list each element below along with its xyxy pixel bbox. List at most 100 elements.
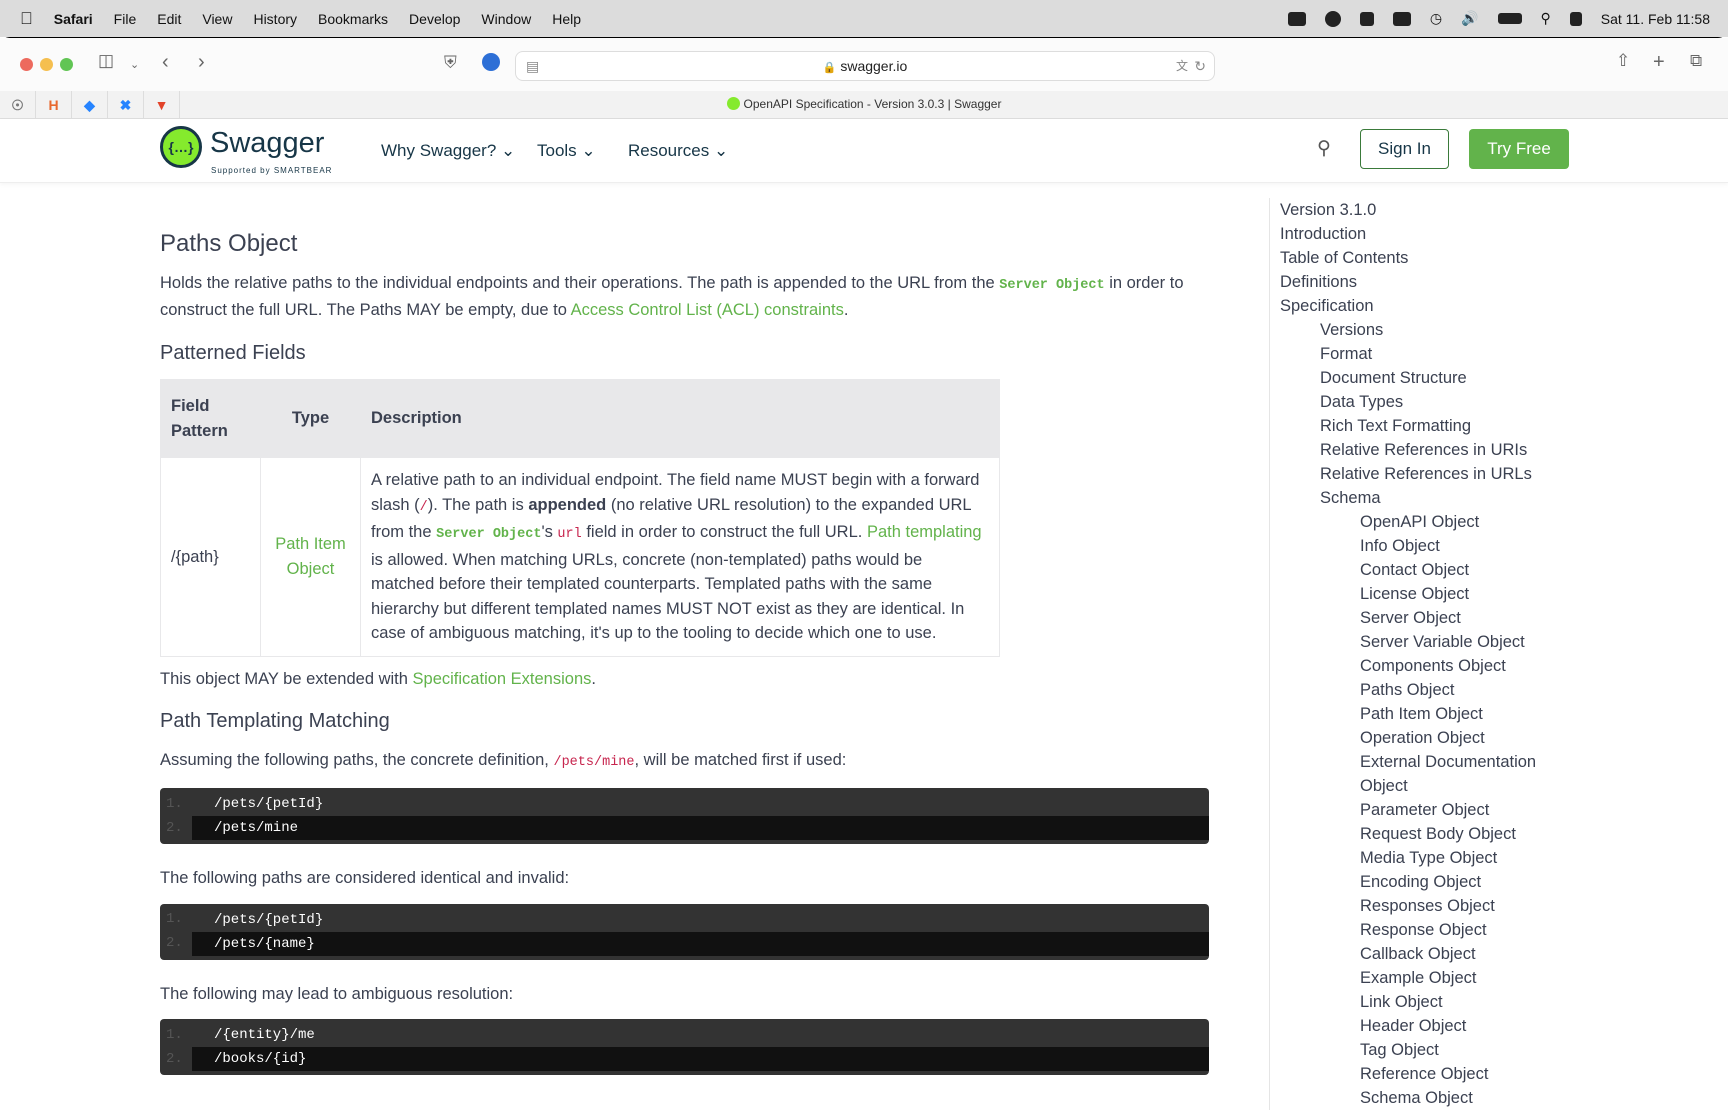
menu-safari[interactable]: Safari [54,11,93,27]
toc-item[interactable]: Encoding Object [1280,870,1569,894]
toc-item[interactable]: Object [1280,774,1569,798]
toc-item[interactable]: Path Item Object [1280,702,1569,726]
cloud-icon[interactable] [1287,11,1306,26]
toc-item[interactable]: Responses Object [1280,894,1569,918]
toc-item[interactable]: Operation Object [1280,726,1569,750]
apple-icon[interactable]:  [20,9,33,29]
menu-bookmarks[interactable]: Bookmarks [318,11,388,27]
toc-item[interactable]: Link Object [1280,990,1569,1014]
extensions-paragraph: This object MAY be extended with Specifi… [160,669,596,688]
main-content: Paths Object Holds the relative paths to… [160,198,1210,1097]
address-bar[interactable]: ▤ 🔒 swagger.io 文 ↻ [515,51,1215,81]
clock-text[interactable]: Sat 11. Feb 11:58 [1601,11,1710,27]
favicon-icon [726,97,740,110]
active-tab[interactable]: OpenAPI Specification - Version 3.0.3 | … [0,97,1728,111]
toc-item[interactable]: Data Types [1280,390,1569,414]
toc-item[interactable]: Specification [1280,294,1569,318]
translate-icon[interactable]: 文 [1176,52,1188,80]
reload-icon[interactable]: ↻ [1194,52,1206,80]
sign-in-button[interactable]: Sign In [1360,129,1449,169]
spec-extensions-link[interactable]: Specification Extensions [413,670,592,688]
table-of-contents: Version 3.1.0 Introduction Table of Conten… [1269,198,1569,1110]
intro-paragraph: Holds the relative paths to the individu… [160,273,1184,320]
menu-file[interactable]: File [114,11,137,27]
toc-item[interactable]: Document Structure [1280,366,1569,390]
toc-item[interactable]: Contact Object [1280,558,1569,582]
templating-heading: Path Templating Matching [160,710,390,732]
toc-item[interactable]: Info Object [1280,534,1569,558]
tab-title: OpenAPI Specification - Version 3.0.3 | … [743,97,1002,111]
forward-icon[interactable]: › [198,51,205,74]
toc-item[interactable]: Relative References in URIs [1280,438,1569,462]
toc-item[interactable]: Response Object [1280,918,1569,942]
privacy-shield-icon[interactable]: ⛨ [444,53,457,73]
nav-tools[interactable]: Tools ⌄ [537,141,596,161]
toc-item[interactable]: Version 3.1.0 [1280,198,1569,222]
toc-item[interactable]: Table of Contents [1280,246,1569,270]
toc-item[interactable]: Request Body Object [1280,822,1569,846]
toc-item[interactable]: Versions [1280,318,1569,342]
path-templating-link[interactable]: Path templating [867,523,982,541]
grid-icon[interactable] [1359,11,1374,26]
toc-item[interactable]: Introduction [1280,222,1569,246]
toc-item[interactable]: Rich Text Formatting [1280,414,1569,438]
page-title: Paths Object [160,230,298,257]
swagger-logo-icon[interactable]: {…} [160,126,202,168]
battery-icon[interactable] [1497,13,1522,24]
back-icon[interactable]: ‹ [162,51,169,74]
path-item-object-link[interactable]: Path Item Object [275,535,346,578]
extension-icon[interactable] [482,53,500,71]
volume-icon[interactable]: 🔊 [1461,10,1478,27]
new-tab-icon[interactable]: + [1653,51,1665,74]
sidebar-icon[interactable]: ◫ [98,51,114,71]
toc-item[interactable]: Server Variable Object [1280,630,1569,654]
nav-resources[interactable]: Resources ⌄ [628,141,728,161]
toc-item[interactable]: Relative References in URLs [1280,462,1569,486]
assume-paragraph: Assuming the following paths, the concre… [160,750,847,770]
minimize-button[interactable] [40,58,53,71]
toc-item[interactable]: Media Type Object [1280,846,1569,870]
menu-develop[interactable]: Develop [409,11,460,27]
toc-item[interactable]: Tag Object [1280,1038,1569,1062]
menu-edit[interactable]: Edit [157,11,181,27]
toc-item[interactable]: Reference Object [1280,1062,1569,1086]
chevron-down-icon[interactable]: ⌄ [130,58,139,71]
toc-item[interactable]: Server Object [1280,606,1569,630]
tab-overview-icon[interactable]: ⧉ [1690,51,1702,71]
toc-item[interactable]: Callback Object [1280,942,1569,966]
code-block: 1./pets/{petId} 2./pets/{name} [160,903,1209,960]
reader-icon[interactable]: ▤ [526,52,539,80]
toc-item[interactable]: External Documentation [1280,750,1569,774]
lock-icon: 🔒 [822,62,837,74]
toc-item[interactable]: Example Object [1280,966,1569,990]
cloud-upload-icon[interactable] [1392,11,1411,26]
toc-item[interactable]: Header Object [1280,1014,1569,1038]
brand-name[interactable]: Swagger [210,127,324,160]
toc-item[interactable]: Definitions [1280,270,1569,294]
menu-window[interactable]: Window [481,11,531,27]
toc-item[interactable]: Paths Object [1280,678,1569,702]
acl-link[interactable]: Access Control List (ACL) constraints [571,301,844,319]
toc-item[interactable]: Components Object [1280,654,1569,678]
close-button[interactable] [20,58,33,71]
menu-help[interactable]: Help [552,11,581,27]
toc-item[interactable]: License Object [1280,582,1569,606]
control-center-icon[interactable] [1569,11,1582,26]
zoom-button[interactable] [60,58,73,71]
menu-view[interactable]: View [202,11,232,27]
toc-item[interactable]: Format [1280,342,1569,366]
toc-item[interactable]: OpenAPI Object [1280,510,1569,534]
share-icon[interactable]: ⇧ [1616,51,1630,71]
toc-item[interactable]: Schema [1280,486,1569,510]
site-header: {…} Swagger Supported by SMARTBEAR Why S… [0,119,1728,183]
toc-item[interactable]: Schema Object [1280,1086,1569,1110]
bolt-icon[interactable] [1324,10,1341,27]
col-type: Type [260,379,361,458]
try-free-button[interactable]: Try Free [1469,129,1569,169]
search-icon[interactable]: ⚲ [1317,137,1331,160]
spotlight-icon[interactable]: ⚲ [1541,10,1551,27]
menu-history[interactable]: History [253,11,297,27]
time-machine-icon[interactable]: ◷ [1430,10,1442,27]
toc-item[interactable]: Parameter Object [1280,798,1569,822]
nav-why-swagger[interactable]: Why Swagger? ⌄ [381,141,515,161]
